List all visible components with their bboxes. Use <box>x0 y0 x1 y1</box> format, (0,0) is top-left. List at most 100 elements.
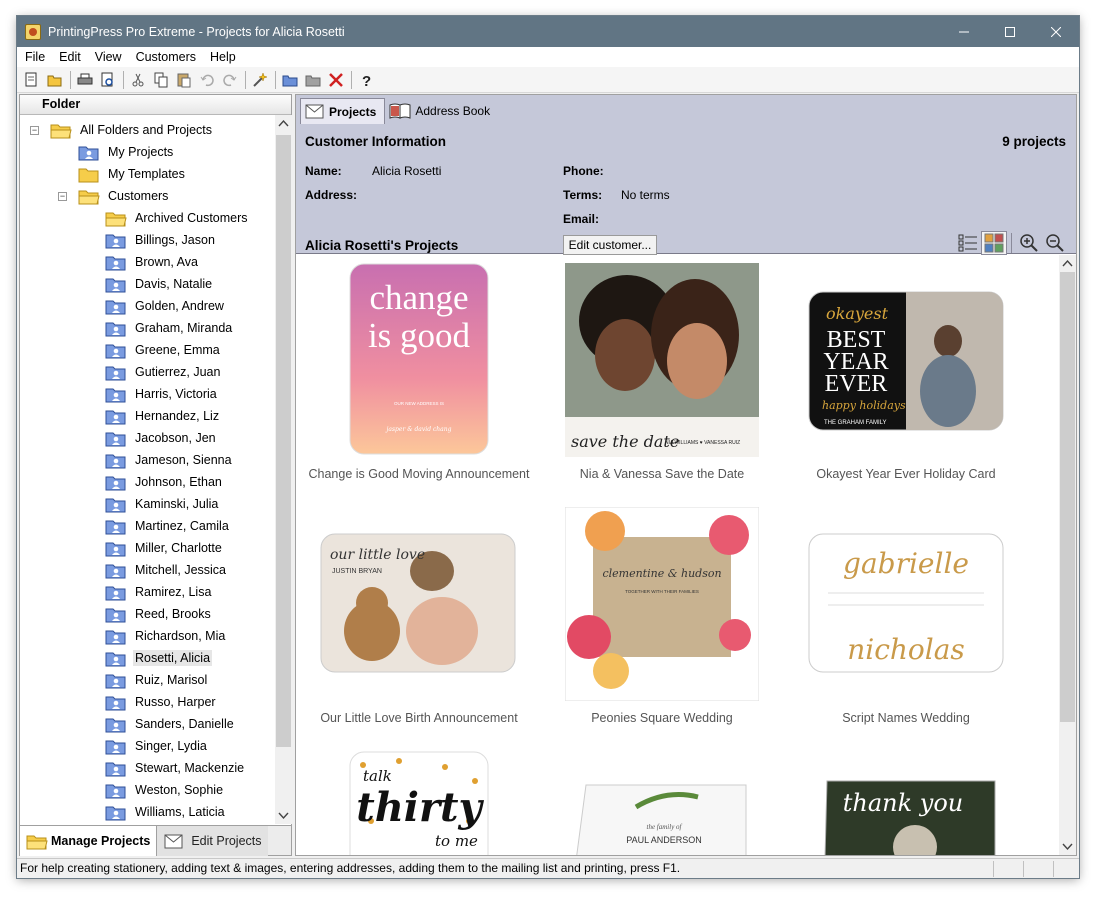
tree-item-customers[interactable]: − Customers <box>58 185 170 207</box>
tree-item-customer[interactable]: Jacobson, Jen <box>105 427 218 449</box>
tree-item-customer[interactable]: Gutierrez, Juan <box>105 361 222 383</box>
gallery-scrollbar[interactable] <box>1059 255 1076 855</box>
user-folder-icon <box>105 388 126 402</box>
project-card[interactable]: our little love JUSTIN BRYAN <box>320 533 516 676</box>
scroll-down-icon <box>278 812 289 820</box>
svg-text:our little love: our little love <box>330 547 425 563</box>
cut-button[interactable] <box>127 69 149 91</box>
tree-item-customer[interactable]: Singer, Lydia <box>105 735 209 757</box>
project-card[interactable]: clementine & hudson TOGETHER WITH THEIR … <box>564 506 760 704</box>
menu-file[interactable]: File <box>25 50 45 64</box>
undo-icon <box>200 74 214 86</box>
redo-button[interactable] <box>219 69 241 91</box>
project-card[interactable]: change is good OUR NEW ADDRESS IS jasper… <box>349 263 489 458</box>
tree-label: Brown, Ava <box>135 255 199 269</box>
delete-button[interactable] <box>325 69 347 91</box>
copy-button[interactable] <box>150 69 172 91</box>
tab-edit-projects[interactable]: Edit Projects <box>157 826 268 856</box>
print-button[interactable] <box>74 69 96 91</box>
tab-manage-projects[interactable]: Manage Projects <box>20 826 158 856</box>
menu-view[interactable]: View <box>95 50 122 64</box>
toolbar-separator <box>351 70 352 89</box>
tree-item-customer[interactable]: Rosetti, Alicia <box>105 647 213 669</box>
tree-item-customer[interactable]: Miller, Charlotte <box>105 537 224 559</box>
tree-item-all-folders[interactable]: − All Folders and Projects <box>30 119 214 141</box>
tree-item-customer[interactable]: Kaminski, Julia <box>105 493 220 515</box>
minimize-button[interactable] <box>941 16 987 47</box>
project-card[interactable]: the family of PAUL ANDERSON <box>576 777 752 855</box>
tree-item-customer[interactable]: Williams, Laticia <box>105 801 227 823</box>
tree-item-customer[interactable]: Reed, Brooks <box>105 603 213 625</box>
menu-help[interactable]: Help <box>210 50 236 64</box>
project-card[interactable]: talk thirty to me <box>349 751 489 855</box>
tree-item-customer[interactable]: Hernandez, Liz <box>105 405 221 427</box>
tree-item-customer[interactable]: Harris, Victoria <box>105 383 219 405</box>
collapse-toggle[interactable]: − <box>58 192 67 201</box>
scrollbar-thumb[interactable] <box>276 135 291 747</box>
tree-label: Davis, Natalie <box>135 277 213 291</box>
tree-item-customer[interactable]: Davis, Natalie <box>105 273 214 295</box>
new-customer-button[interactable] <box>279 69 301 91</box>
tree-item-customer[interactable]: Johnson, Ethan <box>105 471 224 493</box>
status-bar: For help creating stationery, adding tex… <box>17 858 1079 878</box>
wizard-button[interactable] <box>249 69 271 91</box>
printer-icon <box>77 73 93 84</box>
tree-item-customer[interactable]: Jameson, Sienna <box>105 449 234 471</box>
project-card[interactable]: save the date NIA WILLIAMS ♥ VANESSA RUI… <box>565 263 759 460</box>
open-customer-button[interactable] <box>302 69 324 91</box>
tree-item-customer[interactable]: Stewart, Mackenzie <box>105 757 246 779</box>
zoom-in-button[interactable] <box>1016 231 1042 255</box>
user-folder-icon <box>105 718 126 732</box>
undo-button[interactable] <box>196 69 218 91</box>
thumbnail-view-button[interactable] <box>981 231 1007 255</box>
folder-scrollbar[interactable] <box>275 115 292 824</box>
minimize-icon <box>959 31 969 32</box>
tree-item-customer[interactable]: Greene, Emma <box>105 339 222 361</box>
project-card[interactable]: thank you <box>823 775 999 855</box>
project-caption: Script Names Wedding <box>842 711 970 725</box>
tab-address-book[interactable]: Address Book <box>385 98 498 124</box>
tree-item-customer[interactable]: Billings, Jason <box>105 229 217 251</box>
project-thumbnail: save the date NIA WILLIAMS ♥ VANESSA RUI… <box>565 263 759 457</box>
user-folder-icon <box>105 586 126 600</box>
zoom-out-button[interactable] <box>1042 231 1068 255</box>
project-thumbnail: gabrielle nicholas <box>808 533 1004 673</box>
tree-item-customer[interactable]: Golden, Andrew <box>105 295 226 317</box>
edit-customer-button[interactable]: Edit customer... <box>563 235 657 255</box>
svg-text:jasper & david chang: jasper & david chang <box>385 426 452 433</box>
open-button[interactable] <box>44 69 66 91</box>
tree-item-customer[interactable]: Sanders, Danielle <box>105 713 236 735</box>
tree-item-customer[interactable]: Russo, Harper <box>105 691 218 713</box>
project-thumbnail: thank you <box>824 780 996 855</box>
tree-label: Weston, Sophie <box>135 783 224 797</box>
tree-label: Billings, Jason <box>135 233 215 247</box>
tree-item-my-templates[interactable]: My Templates <box>78 163 187 185</box>
tree-item-my-projects[interactable]: My Projects <box>78 141 175 163</box>
tab-projects[interactable]: Projects <box>300 98 386 124</box>
tree-item-archived-customers[interactable]: Archived Customers <box>105 207 250 229</box>
tree-item-customer[interactable]: Graham, Miranda <box>105 317 234 339</box>
tree-item-customer[interactable]: Weston, Sophie <box>105 779 225 801</box>
menu-edit[interactable]: Edit <box>59 50 81 64</box>
project-card[interactable]: gabrielle nicholas <box>808 533 1004 676</box>
print-preview-button[interactable] <box>97 69 119 91</box>
project-card[interactable]: okayest BEST YEAR EVER happy holidays TH… <box>808 291 1004 434</box>
paste-button[interactable] <box>173 69 195 91</box>
tree-item-customer[interactable]: Brown, Ava <box>105 251 200 273</box>
collapse-toggle[interactable]: − <box>30 126 39 135</box>
menu-customers[interactable]: Customers <box>136 50 196 64</box>
new-project-button[interactable] <box>21 69 43 91</box>
tree-item-customer[interactable]: Martinez, Camila <box>105 515 231 537</box>
tree-item-customer[interactable]: Ramirez, Lisa <box>105 581 213 603</box>
tree-item-customer[interactable]: Richardson, Mia <box>105 625 227 647</box>
tree-label: Mitchell, Jessica <box>135 563 226 577</box>
maximize-button[interactable] <box>987 16 1033 47</box>
help-button[interactable]: ? <box>355 69 377 91</box>
tree-item-customer[interactable]: Ruiz, Marisol <box>105 669 209 691</box>
tree-item-customer[interactable]: Mitchell, Jessica <box>105 559 228 581</box>
scrollbar-thumb[interactable] <box>1060 272 1075 722</box>
list-view-button[interactable] <box>955 231 981 255</box>
user-folder-icon <box>105 652 126 666</box>
tree-label: Ruiz, Marisol <box>135 673 208 687</box>
close-button[interactable] <box>1033 16 1079 47</box>
